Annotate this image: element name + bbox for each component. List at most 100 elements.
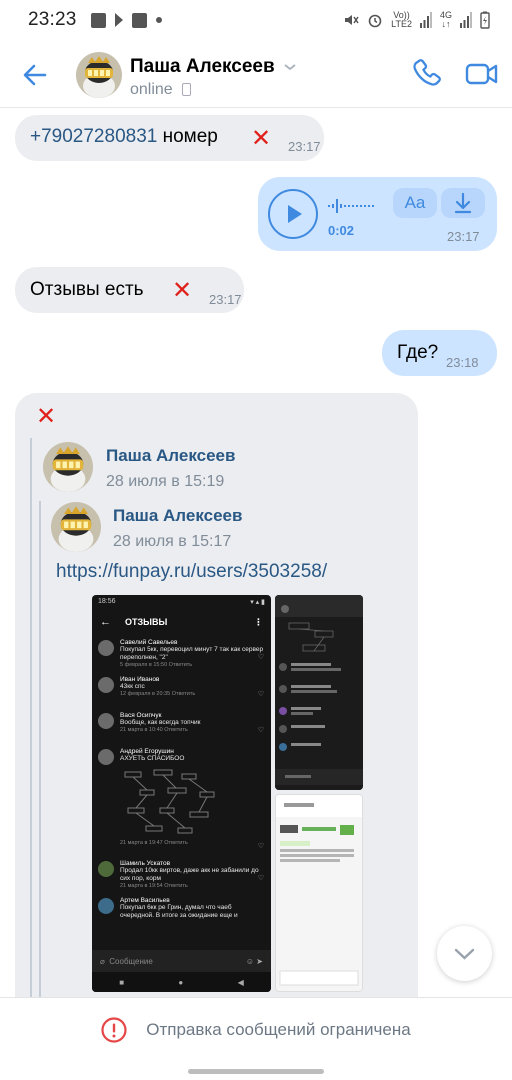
contact-status: online (130, 81, 173, 98)
alarm-icon (368, 14, 382, 28)
heart-icon: ♡ (257, 727, 264, 734)
restriction-bar: Отправка сообщений ограничена (0, 997, 512, 1061)
photo-back-icon: ← (100, 616, 111, 628)
review-item: Артем Васильев Покупал 6кк ре Грин, дума… (92, 893, 271, 929)
photo-topbar: ← ОТЗЫВЫ ⋮ (92, 609, 271, 635)
photo-attach-icon: ⌀ (100, 956, 110, 966)
photo-nav-home-icon: ● (178, 977, 184, 987)
system-icons: Vo)) LTE2 4G ↓↑ (343, 11, 490, 29)
play-store-notification-icon (114, 13, 123, 27)
chat-header: Паша Алексеев online (0, 40, 512, 108)
message-time: 23:18 (446, 355, 479, 370)
voice-duration: 0:02 (328, 223, 355, 238)
avatar-image (43, 442, 93, 492)
contact-name[interactable]: Паша Алексеев (130, 56, 275, 78)
message-outgoing-voice[interactable]: 0:02 Aa 23:17 (258, 177, 497, 251)
photo-more-icon: ⋮ (254, 616, 263, 627)
red-cross-emoji: ✕ (251, 125, 272, 152)
heart-icon: ♡ (257, 654, 264, 661)
message-text: Отзывы есть (30, 279, 144, 300)
chat-screenshot-image (276, 795, 362, 991)
battery-charging-icon (480, 11, 490, 29)
signal-2-icon (460, 12, 472, 28)
home-indicator[interactable] (188, 1069, 324, 1074)
network-type-indicator: 4G ↓↑ (439, 10, 452, 29)
message-text: +79027280831 номер (30, 126, 218, 147)
red-cross-emoji: ✕ (36, 403, 57, 430)
mobile-device-icon (182, 83, 191, 96)
review-item: Шамиль Ускатов Продал 10кк виртов, даже … (92, 856, 271, 893)
photo-title: ОТЗЫВЫ (125, 617, 168, 627)
volte-indicator: Vo)) LTE2 (391, 10, 412, 29)
notification-icons (90, 12, 162, 28)
heart-icon: ♡ (257, 691, 264, 698)
review-avatar (98, 677, 114, 693)
avatar-image (76, 52, 122, 98)
photo-attachment-reviews[interactable]: 18:56 ▾ ▴ ▮ ← ОТЗЫВЫ ⋮ Савелий Савельев П… (92, 595, 271, 992)
restriction-text: Отправка сообщений ограничена (146, 1019, 411, 1039)
photo-send-icon: ☺ ➤ (245, 956, 263, 966)
review-item: Савелий Савельев Покупал 5кк, перевоцил … (92, 635, 271, 672)
photo-nav-back-icon: ◀ (237, 977, 244, 987)
gallery-notification-icon (90, 12, 106, 28)
photo-message-input: ⌀ Сообщение ☺ ➤ (92, 950, 271, 972)
forward-date-nested: 28 июля в 15:17 (113, 533, 232, 550)
scroll-to-bottom-button[interactable] (437, 926, 492, 981)
review-avatar (98, 640, 114, 656)
message-incoming[interactable]: +79027280831 номер ✕ 23:17 (15, 115, 324, 161)
check-notification-icon (131, 12, 147, 28)
photo-nav-square-icon: ■ (119, 977, 125, 987)
chevron-down-icon (454, 948, 475, 960)
red-cross-emoji: ✕ (172, 277, 193, 304)
mute-icon (345, 15, 359, 25)
warning-icon (101, 1016, 127, 1043)
forward-date: 28 июля в 15:19 (106, 473, 225, 490)
voice-waveform[interactable] (328, 199, 380, 213)
back-arrow-icon[interactable] (18, 58, 52, 92)
chevron-down-icon[interactable] (283, 60, 297, 74)
funpay-link[interactable]: https://funpay.ru/users/3503258/ (56, 561, 327, 583)
photo-status-bar: 18:56 ▾ ▴ ▮ (98, 598, 265, 606)
message-time: 23:17 (447, 229, 480, 244)
avatar-image (51, 502, 101, 552)
forward-author-name[interactable]: Паша Алексеев (106, 446, 235, 466)
transcribe-button[interactable]: Aa (393, 188, 437, 218)
message-text: Где? (397, 342, 439, 363)
download-icon (454, 192, 472, 214)
review-avatar (98, 898, 114, 914)
status-time: 23:23 (28, 9, 77, 30)
forward-avatar-nested[interactable] (51, 502, 101, 552)
heart-icon: ♡ (257, 875, 264, 882)
forward-line-nested (39, 501, 41, 1011)
forward-author-name-nested[interactable]: Паша Алексеев (113, 506, 242, 526)
more-notifications-dot-icon (155, 17, 162, 23)
message-outgoing[interactable]: Где? 23:18 (382, 330, 497, 376)
heart-icon: ♡ (257, 843, 264, 850)
chat-screenshot-image (275, 595, 363, 790)
signal-1-icon (419, 12, 432, 28)
download-button[interactable] (441, 188, 485, 218)
photo-nav-bar: ■ ● ◀ (92, 972, 271, 992)
forward-avatar[interactable] (43, 442, 93, 492)
review-avatar (98, 749, 114, 765)
message-time: 23:17 (288, 139, 321, 154)
message-time: 23:17 (209, 292, 242, 307)
review-item: Андрей Егорушин АХУЕТЬ СПАСИБОО 21 марта… (92, 744, 271, 856)
forward-line (30, 438, 32, 1008)
play-icon (288, 205, 302, 223)
message-incoming-forwarded[interactable]: ✕ Паша Алексеев 28 июля в 15:19 Паша Але… (15, 393, 418, 1011)
phone-link[interactable]: +79027280831 (30, 126, 157, 147)
review-avatar (98, 713, 114, 729)
contact-avatar[interactable] (76, 52, 122, 98)
review-sketch-image (124, 769, 215, 834)
video-call-icon[interactable] (464, 58, 500, 90)
phone-call-icon[interactable] (410, 56, 444, 90)
review-avatar (98, 861, 114, 877)
photo-attachment-chat-light[interactable] (275, 794, 363, 992)
review-item: Вася Осипчук Вообще, как всегда топчик 2… (92, 708, 271, 744)
review-item: Иван Иванов 43кк спс 12 февраля в 20:35 … (92, 672, 271, 708)
message-incoming[interactable]: Отзывы есть ✕ 23:17 (15, 267, 244, 313)
photo-attachment-chat-dark[interactable] (275, 595, 363, 790)
play-button[interactable] (268, 189, 318, 239)
status-bar: 23:23 Vo)) LTE2 4G ↓↑ (0, 0, 512, 40)
